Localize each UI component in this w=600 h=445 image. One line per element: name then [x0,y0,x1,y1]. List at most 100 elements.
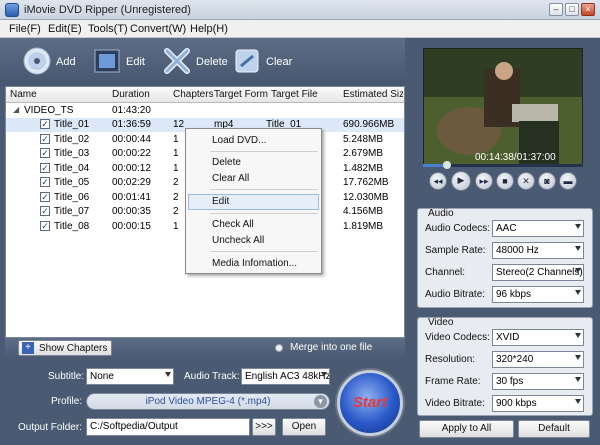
resolution-select[interactable]: 320*240 [492,351,584,368]
stop-button[interactable]: ■ [496,172,514,190]
menu-help[interactable]: Help(H) [190,23,228,35]
row-size: 4.156MB [343,206,384,217]
fast-forward-button[interactable]: ▸▸ [475,172,493,190]
merge-radio[interactable] [275,344,283,352]
col-duration[interactable]: Duration [112,89,167,100]
subtitle-select[interactable]: None [86,368,174,385]
folder-button[interactable]: ▬ [559,172,577,190]
add-button[interactable]: Add [22,46,82,78]
seek-bar[interactable] [423,161,583,169]
clear-button[interactable]: Clear [232,46,294,78]
audio-bitrate-value: 96 kbps [496,289,532,300]
right-panel: 00:14:38/01:37:00 ◂◂ ▶ ▸▸ ■ ✕ ◙ ▬ Audio … [405,38,600,445]
ctx-highlight [188,194,319,210]
ctx-media-info[interactable]: Media Infomation... [212,258,297,269]
ctx-uncheck-all[interactable]: Uncheck All [212,235,264,246]
add-label: Add [56,56,76,68]
audio-track-label: Audio Track: [184,371,240,382]
col-chapters[interactable]: Chapters [173,89,213,100]
video-bitrate-value: 900 kbps [496,398,537,409]
volume-button[interactable]: ✕ [517,172,535,190]
audio-codec-select[interactable]: AAC [492,220,584,237]
row-checkbox[interactable]: ✓ [40,191,50,202]
menu-tools[interactable]: Tools(T) [88,23,128,35]
row-name: Title_07 [54,206,90,217]
channel-select[interactable]: Stereo(2 Channels) [492,264,584,281]
row-chapters: 2 [173,191,179,203]
ctx-check-all[interactable]: Check All [212,219,254,230]
seek-handle[interactable] [443,161,452,169]
channel-label: Channel: [425,267,466,278]
video-codec-select[interactable]: XVID [492,329,584,346]
row-checkbox[interactable]: ✓ [40,148,50,158]
minimize-button[interactable]: – [549,3,563,16]
menu-edit[interactable]: Edit(E) [48,23,82,35]
audio-track-select[interactable]: English AC3 48kHz [241,368,330,385]
video-codec-label: Video Codecs: [425,332,490,343]
row-checkbox[interactable]: ✓ [40,162,50,173]
row-chapters: 1 [173,220,179,232]
ctx-delete[interactable]: Delete [212,157,241,168]
ctx-clear-all[interactable]: Clear All [212,173,249,184]
row-size: 690.966MB [343,119,395,130]
default-button[interactable]: Default [518,420,590,438]
row-size: 1.819MB [343,220,384,232]
show-chapters-button[interactable]: + Show Chapters [18,340,112,356]
row-checkbox[interactable]: ✓ [40,220,50,231]
video-codec-value: XVID [496,332,520,343]
chevron-down-icon [575,246,581,251]
ctx-separator [210,251,318,252]
resolution-value: 320*240 [496,354,534,365]
delete-icon [164,48,190,74]
maximize-button[interactable]: □ [565,3,579,16]
ctx-load-dvd[interactable]: Load DVD... [212,135,266,146]
row-checkbox[interactable]: ✓ [40,177,50,187]
audio-track-value: English AC3 48kHz [245,371,330,382]
row-checkbox[interactable]: ✓ [40,119,50,129]
frame-rate-select[interactable]: 30 fps [492,373,584,390]
row-name: Title_05 [54,177,90,188]
video-bitrate-select[interactable]: 900 kbps [492,395,584,412]
row-duration: 01:36:59 [112,119,151,130]
output-folder-label: Output Folder: [18,422,82,433]
row-checkbox[interactable]: ✓ [40,133,50,144]
audio-bitrate-select[interactable]: 96 kbps [492,286,584,303]
row-size: 5.248MB [343,133,384,145]
ctx-separator [210,213,318,214]
snapshot-button[interactable]: ◙ [538,172,556,190]
rewind-button[interactable]: ◂◂ [429,172,447,190]
dvd-icon [23,47,51,75]
row-name: Title_04 [54,162,90,174]
chapters-bar: + Show Chapters Merge into one file [5,338,405,358]
output-folder-input[interactable]: C:/Softpedia/Output [86,418,250,436]
col-format[interactable]: Target Format [214,89,268,100]
tree-root-row[interactable]: ◢ VIDEO_TS 01:43:20 [6,104,404,118]
open-folder-button[interactable]: Open [282,418,326,436]
video-preview [423,48,583,166]
start-button[interactable]: Start [337,370,403,436]
apply-to-all-button[interactable]: Apply to All [419,420,514,438]
close-button[interactable]: × [581,3,595,16]
browse-button[interactable]: >>> [252,418,276,436]
edit-button[interactable]: Edit [92,46,152,78]
output-settings: Subtitle: None Audio Track: English AC3 … [0,358,405,445]
row-chapters: 1 [173,133,179,145]
play-button[interactable]: ▶ [451,171,471,191]
ctx-edit[interactable]: Edit [212,196,229,207]
tree-expand-icon[interactable]: ◢ [13,105,19,114]
video-frame [424,49,582,165]
menu-file[interactable]: File(F) [9,23,41,35]
row-size: 12.030MB [343,191,389,203]
row-checkbox[interactable]: ✓ [40,206,50,216]
audio-group: Audio Audio Codecs: AAC Sample Rate: 480… [417,208,593,308]
delete-button[interactable]: Delete [162,46,228,78]
time-readout: 00:14:38/01:37:00 [475,152,556,163]
col-file[interactable]: Target File [271,89,341,100]
menu-convert[interactable]: Convert(W) [130,23,186,35]
title-bar: iMovie DVD Ripper (Unregistered) – □ × [0,0,600,20]
sample-rate-select[interactable]: 48000 Hz [492,242,584,259]
col-name[interactable]: Name [10,89,100,100]
delete-label: Delete [196,56,228,68]
col-size[interactable]: Estimated Size [343,89,403,100]
profile-select[interactable]: iPod Video MPEG-4 (*.mp4) ▼ [86,393,330,410]
